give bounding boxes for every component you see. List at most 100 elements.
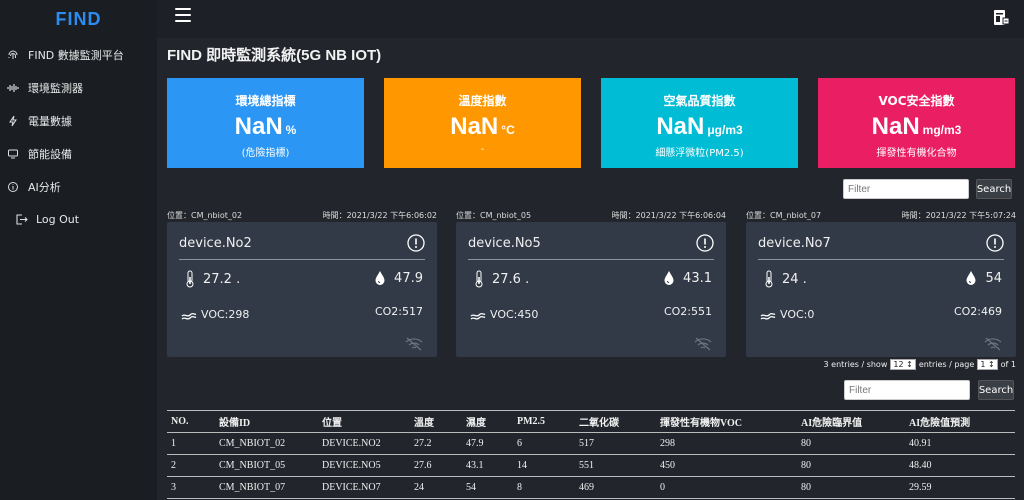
stat-subtitle: 細懸浮微粒(PM2.5) xyxy=(655,148,744,159)
cell-co2: 517 xyxy=(575,432,656,455)
device-card[interactable]: device.No7 24 . 54 VOC:0 CO2:469 xyxy=(746,222,1016,357)
temperature-value: 27.2 . xyxy=(203,271,241,287)
device-name: device.No5 xyxy=(468,236,541,251)
table-filter-input[interactable] xyxy=(844,380,970,400)
humidity-value: 54 xyxy=(985,270,1002,286)
alert-icon[interactable] xyxy=(696,234,714,252)
col-co2[interactable]: 二氧化碳 xyxy=(575,410,656,433)
voc-value: VOC:0 xyxy=(780,308,815,321)
cell-pm25: 6 xyxy=(513,432,575,455)
per-page-select[interactable]: 12 ↕ xyxy=(890,359,916,370)
voc-value: VOC:450 xyxy=(490,308,539,321)
page-value: 1 xyxy=(980,360,986,369)
sidebar: FIND FIND 數據監測平台 環境監測器 電量數據 節能設備 AI分析 Lo… xyxy=(0,0,157,500)
lightning-icon xyxy=(6,114,20,128)
col-no[interactable]: NO. xyxy=(167,410,215,433)
device-table: NO. 設備ID 位置 溫度 濕度 PM2.5 二氧化碳 揮發性有機物VOC A… xyxy=(167,410,1015,499)
sidebar-item-env-monitor[interactable]: 環境監測器 xyxy=(0,71,157,104)
cell-voc: 0 xyxy=(656,476,797,499)
col-voc[interactable]: 揮發性有機物VOC xyxy=(656,410,797,433)
cell-no: 3 xyxy=(167,476,215,499)
cell-ai-threshold: 80 xyxy=(797,432,905,455)
logout-icon xyxy=(14,213,28,227)
stat-value-row: NaN% xyxy=(167,113,364,141)
device-time: 時間：2021/3/22 下午6:06:04 xyxy=(611,211,726,220)
cell-location: DEVICE.NO2 xyxy=(318,432,410,455)
device-card[interactable]: device.No2 27.2 . 47.9 VOC:298 CO2:517 xyxy=(167,222,437,357)
sidebar-item-label: AI分析 xyxy=(28,180,61,194)
humidity-value: 43.1 xyxy=(683,270,712,286)
stat-subtitle: - xyxy=(480,144,485,155)
divider xyxy=(758,259,1004,260)
device-filter-input[interactable] xyxy=(843,179,969,199)
divider xyxy=(468,259,714,260)
stat-subtitle: 揮發性有機化合物 xyxy=(876,148,957,159)
stat-value: NaN xyxy=(234,113,283,140)
sidebar-item-energy-devices[interactable]: 節能設備 xyxy=(0,137,157,170)
voc-value: VOC:298 xyxy=(201,308,250,321)
table-header-row: NO. 設備ID 位置 溫度 濕度 PM2.5 二氧化碳 揮發性有機物VOC A… xyxy=(167,410,1015,433)
export-file-icon[interactable] xyxy=(992,9,1010,27)
menu-icon[interactable] xyxy=(175,8,191,22)
stat-value: NaN xyxy=(871,113,920,140)
cell-location: DEVICE.NO7 xyxy=(318,476,410,499)
stat-value-row: NaN mg/m3 xyxy=(818,113,1015,141)
humidity-reading: 47.9 xyxy=(374,270,423,286)
sidebar-item-label: 節能設備 xyxy=(28,147,72,161)
cell-pm25: 14 xyxy=(513,454,575,477)
voc-reading: VOC:450 xyxy=(470,308,538,321)
droplet-icon xyxy=(664,271,674,285)
cell-voc: 298 xyxy=(656,432,797,455)
col-pm25[interactable]: PM2.5 xyxy=(513,410,575,433)
sidebar-item-power[interactable]: 電量數據 xyxy=(0,104,157,137)
logo[interactable]: FIND xyxy=(0,0,157,38)
col-humidity[interactable]: 濕度 xyxy=(462,410,513,433)
sidebar-item-ai[interactable]: AI分析 xyxy=(0,170,157,203)
device-card[interactable]: device.No5 27.6 . 43.1 VOC:450 CO2:551 xyxy=(456,222,726,357)
cell-co2: 469 xyxy=(575,476,656,499)
droplet-icon xyxy=(375,271,385,285)
table-row[interactable]: 3 CM_NBIOT_07 DEVICE.NO7 24 54 8 469 0 8… xyxy=(167,476,1015,499)
stat-value: NaN xyxy=(656,113,705,140)
cell-humidity: 43.1 xyxy=(462,454,513,477)
table-row[interactable]: 1 CM_NBIOT_02 DEVICE.NO2 27.2 47.9 6 517… xyxy=(167,432,1015,455)
cell-pm25: 8 xyxy=(513,476,575,499)
logout-label: Log Out xyxy=(36,213,80,226)
stat-value-row: NaN °C xyxy=(384,113,581,141)
wind-icon xyxy=(181,312,197,320)
col-device-id[interactable]: 設備ID xyxy=(215,410,318,433)
temperature-reading: 24 . xyxy=(764,270,807,288)
stat-title: VOC安全指數 xyxy=(878,94,955,108)
table-row[interactable]: 2 CM_NBIOT_05 DEVICE.NO5 27.6 43.1 14 55… xyxy=(167,454,1015,477)
alert-icon[interactable] xyxy=(407,234,425,252)
droplet-icon xyxy=(966,271,976,285)
logout-button[interactable]: Log Out xyxy=(0,203,157,236)
page-select[interactable]: 1 ↕ xyxy=(977,359,998,370)
fingerprint-icon xyxy=(6,48,20,62)
device-search-button[interactable]: Search xyxy=(976,179,1012,199)
cell-co2: 551 xyxy=(575,454,656,477)
cell-no: 1 xyxy=(167,432,215,455)
stat-value: NaN xyxy=(450,113,499,140)
thermometer-icon xyxy=(186,270,194,288)
col-temperature[interactable]: 溫度 xyxy=(410,410,462,433)
wind-icon xyxy=(470,312,486,320)
table-search-button[interactable]: Search xyxy=(978,380,1014,400)
device-name: device.No2 xyxy=(179,236,252,251)
stat-unit: °C xyxy=(501,123,515,137)
cell-voc: 450 xyxy=(656,454,797,477)
cell-ai-threshold: 80 xyxy=(797,454,905,477)
col-ai-threshold[interactable]: AI危險臨界值 xyxy=(797,410,905,433)
alert-icon[interactable] xyxy=(986,234,1004,252)
device-name: device.No7 xyxy=(758,236,831,251)
stat-card-air-quality: 空氣品質指數 NaN μg/m3 細懸浮微粒(PM2.5) xyxy=(601,78,798,168)
entries-page-label: entries / page xyxy=(918,360,975,369)
col-location[interactable]: 位置 xyxy=(318,410,410,433)
sidebar-item-label: FIND 數據監測平台 xyxy=(28,48,124,62)
cell-no: 2 xyxy=(167,454,215,477)
col-ai-prediction[interactable]: AI危險值預測 xyxy=(905,410,1015,433)
wifi-off-icon xyxy=(694,337,712,351)
sidebar-item-platform[interactable]: FIND 數據監測平台 xyxy=(0,38,157,71)
cell-device-id: CM_NBIOT_02 xyxy=(215,432,318,455)
temperature-value: 24 . xyxy=(782,271,807,287)
